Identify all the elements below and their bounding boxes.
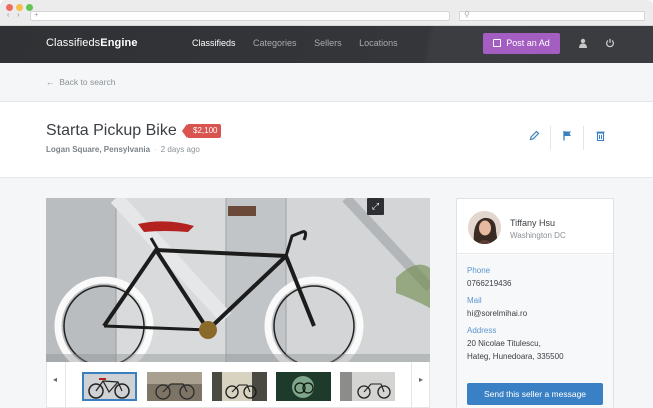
brand-regular: Classifieds <box>46 37 101 49</box>
price-badge: $2,100 <box>181 124 222 138</box>
address-line-2: Hateg, Hunedoara, 335500 <box>467 352 564 361</box>
browser-chrome: ‹ › + ⚲ <box>0 0 653 26</box>
power-icon[interactable] <box>604 38 616 50</box>
flag-icon[interactable] <box>551 126 583 150</box>
browser-search-field[interactable]: ⚲ <box>459 10 645 21</box>
thumb-5[interactable] <box>340 372 395 401</box>
phone-value[interactable]: 0766219436 <box>467 277 512 290</box>
nav-classifieds[interactable]: Classifieds <box>192 38 236 48</box>
thumb-4[interactable] <box>276 372 331 401</box>
listing-posted: 2 days ago <box>160 145 200 154</box>
seller-card: Tiffany Hsu Washington DC Phone 07662194… <box>456 198 614 408</box>
address-label: Address <box>467 326 497 335</box>
search-icon: ⚲ <box>464 10 470 19</box>
listing-header: Starta Pickup Bike $2,100 Logan Square, … <box>0 102 653 178</box>
seller-header: Tiffany Hsu Washington DC <box>457 199 613 254</box>
trash-icon[interactable] <box>584 126 616 150</box>
main-nav: Classifieds Categories Sellers Locations <box>192 38 413 48</box>
back-bar: ← Back to search <box>0 63 653 102</box>
browser-window: ‹ › + ⚲ ClassifiedsEngine Classifieds Ca… <box>0 0 653 408</box>
edit-icon[interactable] <box>518 126 550 150</box>
thumb-2[interactable] <box>147 372 202 401</box>
fullscreen-icon[interactable]: ⤢ <box>367 198 384 215</box>
maximize-dot[interactable] <box>26 4 33 11</box>
address-line-1: 20 Nicolae Titulescu, <box>467 339 541 348</box>
main-photo[interactable] <box>46 198 430 362</box>
listing-content: ⤢ ◂ ▸ Tiffany Hsu Washington DC Phone 07… <box>0 178 653 408</box>
close-dot[interactable] <box>6 4 13 11</box>
listing-meta: Logan Square, Pensylvania · 2 days ago <box>46 145 200 154</box>
post-ad-button[interactable]: Post an Ad <box>483 33 560 54</box>
user-icon[interactable] <box>577 38 589 50</box>
minimize-dot[interactable] <box>16 4 23 11</box>
post-edit-icon <box>493 39 502 47</box>
next-arrow-icon[interactable]: ▸ <box>419 375 423 384</box>
back-label: Back to search <box>59 77 116 87</box>
send-message-button[interactable]: Send this seller a message <box>467 383 603 405</box>
address-bar[interactable]: + <box>30 10 450 21</box>
avatar[interactable] <box>468 211 501 244</box>
prev-arrow-icon[interactable]: ◂ <box>53 375 57 384</box>
nav-categories[interactable]: Categories <box>253 38 297 48</box>
listing-title: Starta Pickup Bike <box>46 122 177 139</box>
brand-bold: Engine <box>100 37 138 49</box>
thumb-1[interactable] <box>82 372 137 401</box>
listing-location: Logan Square, Pensylvania <box>46 145 151 154</box>
app-header: ClassifiedsEngine Classifieds Categories… <box>0 26 653 63</box>
thumbnail-strip: ◂ ▸ <box>46 362 430 408</box>
nav-locations[interactable]: Locations <box>359 38 398 48</box>
arrow-left-icon: ← <box>46 77 60 87</box>
phone-label: Phone <box>467 266 491 275</box>
seller-name: Tiffany Hsu <box>510 218 556 228</box>
thumb-3[interactable] <box>212 372 267 401</box>
brand-logo[interactable]: ClassifiedsEngine <box>46 37 138 49</box>
browser-nav-arrows-icon[interactable]: ‹ › <box>7 12 23 19</box>
seller-location: Washington DC <box>510 231 566 240</box>
post-ad-label: Post an Ad <box>506 38 550 48</box>
mail-value[interactable]: hi@sorelmihai.ro <box>467 307 527 320</box>
mail-label: Mail <box>467 296 482 305</box>
nav-sellers[interactable]: Sellers <box>314 38 342 48</box>
back-to-search-link[interactable]: ← Back to search <box>46 77 115 87</box>
plus-icon: + <box>34 10 39 19</box>
